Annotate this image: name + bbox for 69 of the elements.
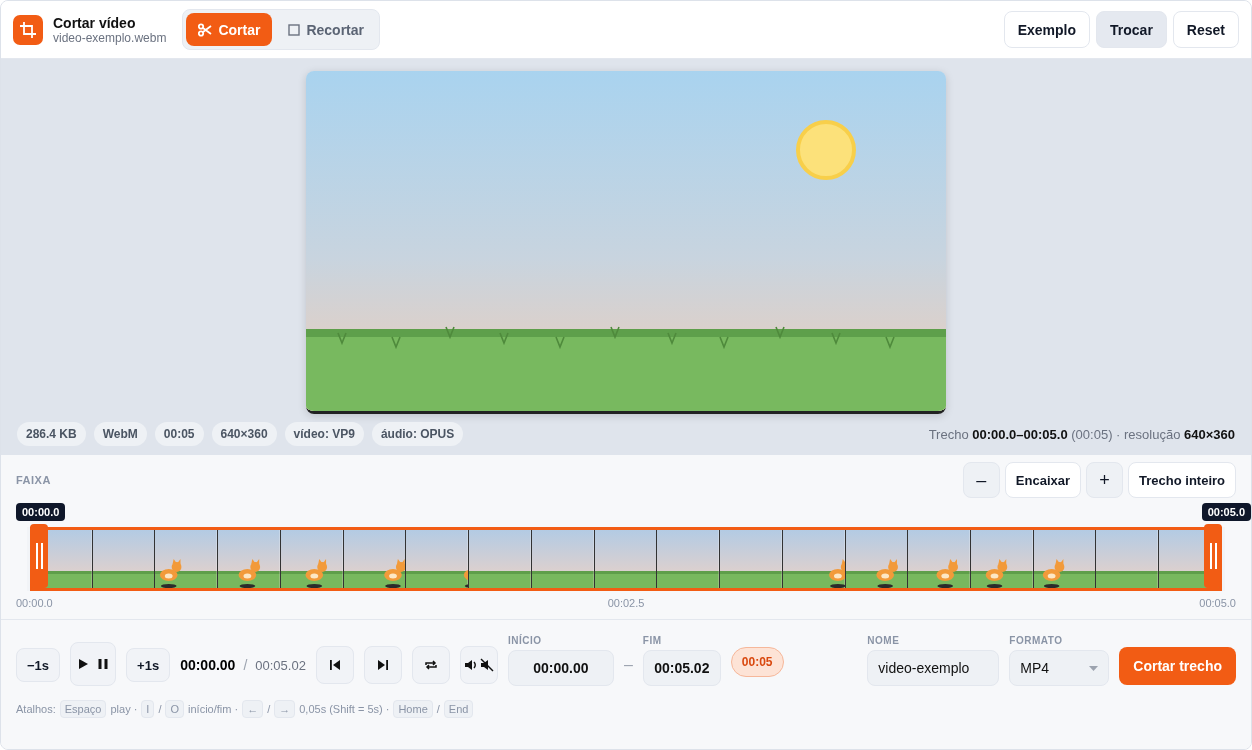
shortcut-key: Espaço bbox=[59, 700, 107, 718]
format-select[interactable]: MP4 bbox=[1009, 650, 1110, 686]
app-title: Cortar vídeo bbox=[53, 14, 137, 31]
step-forward-button[interactable]: +1s bbox=[126, 648, 171, 682]
start-time-field[interactable]: 00:00.00 bbox=[507, 650, 614, 686]
play-pause-button[interactable] bbox=[70, 642, 117, 686]
handle-time-label: 00:05.0 bbox=[1201, 503, 1251, 521]
header-button[interactable]: Reset bbox=[1172, 11, 1239, 48]
shortcut-text: / bbox=[158, 703, 162, 715]
end-time-field[interactable]: 00:05.02 bbox=[642, 650, 721, 686]
skip-start-icon bbox=[327, 658, 342, 672]
end-handle[interactable] bbox=[1204, 524, 1222, 588]
shortcut-text: / bbox=[267, 703, 271, 715]
shortcut-key: → bbox=[274, 700, 296, 718]
skip-to-start-button[interactable] bbox=[315, 646, 354, 684]
section-title: FAIXA bbox=[16, 474, 51, 486]
skip-end-icon bbox=[375, 658, 390, 672]
info-tag: 00:05 bbox=[154, 422, 204, 446]
shortcut-key: End bbox=[443, 700, 474, 718]
field-label: NOME bbox=[867, 635, 901, 646]
shortcut-text: início/fim · bbox=[188, 703, 239, 715]
volume-button[interactable] bbox=[459, 646, 498, 684]
skip-to-end-button[interactable] bbox=[363, 646, 402, 684]
shortcut-text: / bbox=[436, 703, 440, 715]
muted-speaker-icon bbox=[479, 658, 494, 672]
shortcut-key: O bbox=[165, 700, 185, 718]
range-dash: – bbox=[623, 656, 633, 674]
duration-badge: 00:05 bbox=[730, 647, 784, 677]
pause-icon bbox=[96, 657, 111, 671]
file-name: video-exemplo.webm bbox=[53, 30, 167, 45]
field-label: FORMATO bbox=[1009, 635, 1064, 646]
shortcut-key: Home bbox=[393, 700, 433, 718]
dropdown-caret-icon bbox=[1089, 665, 1099, 671]
shortcut-text: 0,05s (Shift = 5s) · bbox=[299, 703, 390, 715]
time-separator: / bbox=[243, 657, 248, 673]
current-time: 00:00.00 bbox=[180, 657, 236, 673]
selection-summary: Trecho 00:00.0–00:05.0 (00:05) · resolução 640×360 bbox=[928, 426, 1235, 442]
field-label: FIM bbox=[642, 635, 663, 646]
info-tag: WebM bbox=[93, 422, 147, 446]
app-logo-icon bbox=[13, 14, 43, 45]
time-tick: 00:02.5 bbox=[607, 597, 645, 609]
square-icon bbox=[288, 23, 301, 36]
step-back-button[interactable]: −1s bbox=[16, 648, 61, 682]
total-duration: 00:05.02 bbox=[255, 658, 306, 673]
header-button[interactable]: Exemplo bbox=[1003, 11, 1091, 48]
loop-icon bbox=[423, 658, 438, 672]
shortcut-key: ← bbox=[242, 700, 264, 718]
zoom-button[interactable]: Encaixar bbox=[1004, 462, 1082, 498]
mode-tab[interactable]: Recortar bbox=[276, 13, 376, 46]
info-tag: 640×360 bbox=[211, 422, 277, 446]
name-field[interactable]: video-exemplo bbox=[867, 650, 1000, 686]
scissors-icon bbox=[198, 22, 213, 37]
shortcut-key: I bbox=[141, 700, 155, 718]
handle-time-label: 00:00.0 bbox=[16, 503, 66, 521]
zoom-button[interactable]: + bbox=[1086, 462, 1124, 498]
shortcut-text: play · bbox=[110, 703, 138, 715]
speaker-icon bbox=[463, 658, 478, 672]
info-tag: áudio: OPUS bbox=[371, 422, 464, 446]
header-button[interactable]: Trocar bbox=[1096, 11, 1167, 48]
shortcut-text: Atalhos: bbox=[16, 703, 56, 715]
info-tag: vídeo: VP9 bbox=[284, 422, 364, 446]
zoom-button[interactable]: Trecho inteiro bbox=[1128, 462, 1236, 498]
field-label: INÍCIO bbox=[507, 635, 543, 646]
zoom-button[interactable]: – bbox=[962, 462, 1000, 498]
time-tick: 00:00.0 bbox=[16, 597, 53, 609]
time-tick: 00:05.0 bbox=[1199, 597, 1236, 609]
info-tag: 286.4 KB bbox=[17, 422, 86, 446]
start-handle[interactable] bbox=[30, 524, 48, 588]
loop-button[interactable] bbox=[411, 646, 450, 684]
